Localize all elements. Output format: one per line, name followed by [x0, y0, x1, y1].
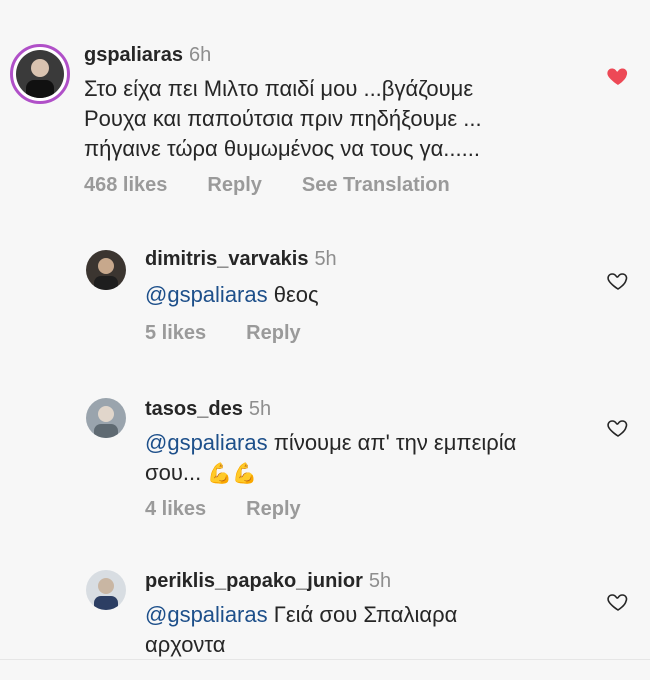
likes-count[interactable]: 4 likes — [145, 498, 206, 520]
comment-time: 6h — [188, 44, 212, 66]
comment-1: gspaliaras 6h Στο είχα πει Μιλτο παιδί μο… — [0, 0, 650, 210]
comment-username[interactable]: periklis_papako_junior — [145, 570, 363, 592]
reply-button[interactable]: Reply — [207, 174, 261, 196]
reply-button[interactable]: Reply — [246, 322, 300, 344]
comment-text: @gspaliaras πίνουμε απ' την εμπειρία σου… — [145, 428, 516, 489]
comment-username[interactable]: dimitris_varvakis — [145, 248, 308, 270]
comment-text-content: θεος — [273, 282, 319, 307]
divider — [0, 659, 650, 660]
comment-text-line: πήγαινε τώρα θυμωμένος να τους γα...... — [84, 136, 480, 161]
comment-text: @gspaliaras θεος — [145, 280, 319, 310]
avatar[interactable] — [86, 250, 126, 290]
comment-text: @gspaliaras Γειά σου Σπαλιαρα αρχοντα — [145, 600, 457, 660]
comment-text-content: πίνουμε απ' την εμπειρία — [273, 430, 517, 455]
comment-text-content: Γειά σου Σπαλιαρα — [273, 602, 458, 627]
mention-link[interactable]: @gspaliaras — [145, 602, 268, 627]
mention-link[interactable]: @gspaliaras — [145, 430, 268, 455]
heart-outline-icon[interactable] — [606, 590, 630, 614]
comment-text-line: Στο είχα πει Μιλτο παιδί μου ...βγάζουμε — [84, 76, 474, 101]
comment-text: Στο είχα πει Μιλτο παιδί μου ...βγάζουμε… — [84, 74, 482, 164]
reply-button[interactable]: Reply — [246, 498, 300, 520]
comment-4: periklis_papako_junior 5h @gspaliaras Γει… — [0, 562, 650, 662]
see-translation-button[interactable]: See Translation — [302, 174, 450, 196]
comment-2: dimitris_varvakis 5h @gspaliaras θεος 5 l… — [0, 240, 650, 360]
likes-count[interactable]: 468 likes — [84, 174, 167, 196]
heart-filled-icon[interactable] — [606, 64, 630, 88]
comment-text-line: Ρουχα και παπούτσια πριν πηδήξουμε ... — [84, 106, 482, 131]
avatar[interactable] — [86, 570, 126, 610]
comment-3: tasos_des 5h @gspaliaras πίνουμε απ' την … — [0, 392, 650, 532]
avatar[interactable] — [86, 398, 126, 438]
comment-username[interactable]: gspaliaras — [84, 44, 183, 66]
comment-time: 5h — [314, 248, 337, 270]
flexed-biceps-emoji: 💪💪 — [207, 463, 258, 485]
mention-link[interactable]: @gspaliaras — [145, 282, 268, 307]
avatar[interactable] — [10, 44, 70, 104]
comment-text-content: αρχοντα — [145, 632, 226, 657]
comment-time: 5h — [248, 398, 272, 420]
heart-outline-icon[interactable] — [606, 269, 630, 293]
heart-outline-icon[interactable] — [606, 416, 630, 440]
likes-count[interactable]: 5 likes — [145, 322, 206, 344]
comment-time: 5h — [368, 570, 392, 592]
comment-username[interactable]: tasos_des — [145, 398, 243, 420]
comment-text-content: σου... — [145, 460, 202, 485]
